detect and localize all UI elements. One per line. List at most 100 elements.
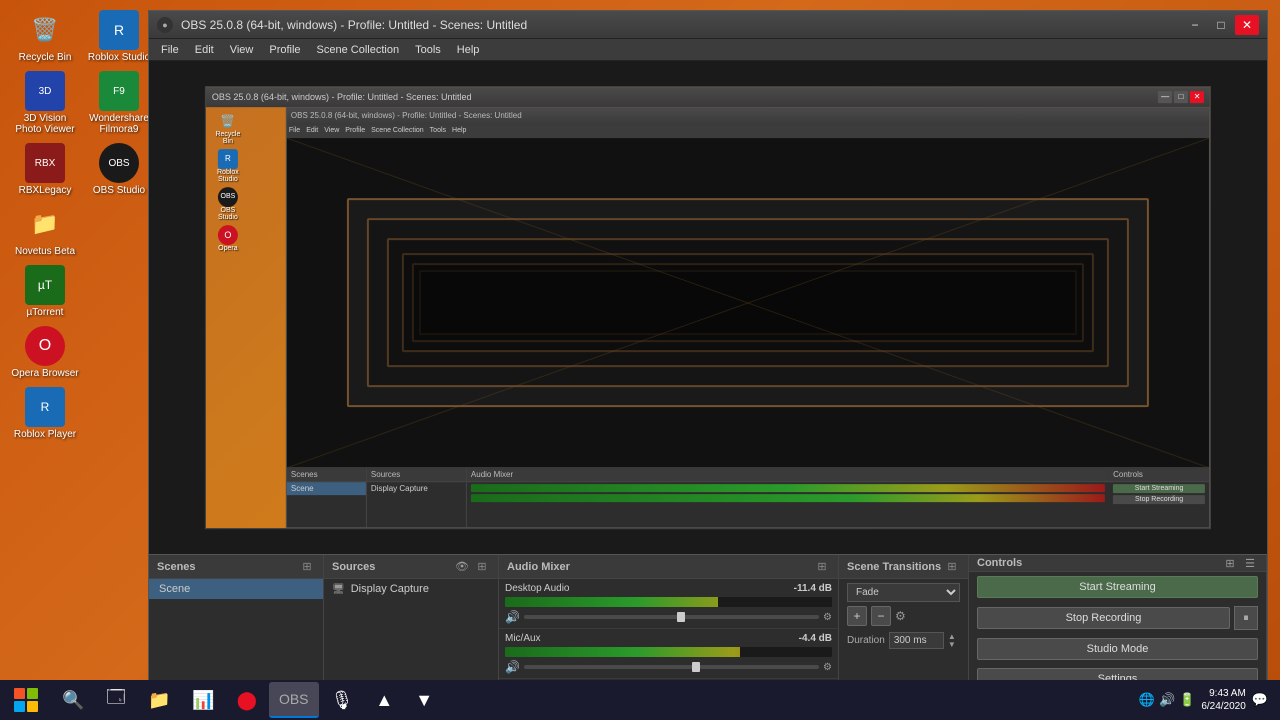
taskbar-arrow-up[interactable]: ▲ [365, 682, 403, 718]
duration-label: Duration [847, 635, 885, 646]
sources-panel-header: Sources 👁 ⊞ [324, 555, 498, 579]
taskbar-mic[interactable]: 🎙 [321, 682, 364, 718]
mic-aux-slider-row: 🔊 ⚙ [505, 660, 832, 674]
controls-grid-icon[interactable]: ⊞ [1222, 555, 1238, 571]
menu-tools[interactable]: Tools [407, 42, 449, 58]
duration-input[interactable] [889, 632, 944, 649]
battery-icon[interactable]: 🔋 [1179, 692, 1195, 708]
transitions-expand-icon[interactable]: ⊞ [944, 559, 960, 575]
utorrent-icon[interactable]: µT µTorrent [10, 265, 80, 318]
stop-recording-row: Stop Recording ⏸ [977, 606, 1258, 630]
scenes-panel-icons: ⊞ [299, 559, 315, 575]
desktop-audio-header: Desktop Audio -11.4 dB [505, 583, 832, 594]
sources-eye-icon[interactable]: 👁 [454, 559, 470, 575]
desktop-audio-thumb[interactable] [677, 612, 685, 622]
recursive-desktop-icons: 🗑️ Recycle Bin R Roblox Studio OBS OBS S… [206, 107, 286, 529]
close-button[interactable]: ✕ [1235, 15, 1259, 35]
rec-min-btn[interactable]: — [1158, 91, 1172, 103]
recording-pause-button[interactable]: ⏸ [1234, 606, 1258, 630]
desktop-audio-gear-btn[interactable]: ⚙ [823, 612, 832, 623]
taskbar-obs[interactable]: OBS [269, 682, 319, 718]
desktop-audio-label: Desktop Audio [505, 583, 570, 594]
rec-scenes-panel: Scenes Scene [287, 468, 367, 527]
transition-add-btn[interactable]: + [847, 606, 867, 626]
taskbar-red-app[interactable]: ⬤ [227, 682, 267, 718]
maximize-button[interactable]: □ [1209, 15, 1233, 35]
taskbar-sys-icons: 🌐 🔊 🔋 [1139, 692, 1196, 708]
desktop-audio-channel: Desktop Audio -11.4 dB 🔊 ⚙ [499, 579, 838, 629]
rec-close-btn[interactable]: ✕ [1190, 91, 1204, 103]
rec-roblox-icon: R Roblox Studio [210, 149, 246, 183]
volume-icon[interactable]: 🔊 [1159, 692, 1175, 708]
menu-view[interactable]: View [222, 42, 262, 58]
menu-scene-collection[interactable]: Scene Collection [309, 42, 408, 58]
duration-arrows: ▲ ▼ [948, 633, 956, 649]
3d-vision-icon[interactable]: 3D 3D Vision Photo Viewer [10, 71, 80, 135]
menu-edit[interactable]: Edit [187, 42, 222, 58]
recycle-bin-icon[interactable]: 🗑️ Recycle Bin [10, 10, 80, 63]
filmora-icon[interactable]: F9 Wondershare Filmora9 [84, 71, 154, 135]
recursive-obs-title: OBS 25.0.8 (64-bit, windows) - Profile: … [287, 108, 1209, 124]
duration-row: Duration ▲ ▼ [839, 630, 968, 651]
audio-mixer-title: Audio Mixer [507, 561, 570, 573]
taskbar-excel[interactable]: 📊 [182, 682, 224, 718]
rec-max-btn[interactable]: □ [1174, 91, 1188, 103]
transition-remove-btn[interactable]: − [871, 606, 891, 626]
obs-titlebar: ● OBS 25.0.8 (64-bit, windows) - Profile… [149, 11, 1267, 39]
mic-aux-slider[interactable] [524, 665, 819, 669]
mic-aux-meter [505, 647, 832, 657]
transition-buttons: + − ⚙ [839, 606, 968, 630]
roblox-studio-icon[interactable]: R Roblox Studio [84, 10, 154, 63]
scene-item-1[interactable]: Scene [149, 579, 323, 599]
taskbar-arrow-down[interactable]: ▼ [405, 682, 443, 718]
desktop-audio-meter-mask [718, 597, 832, 607]
obs-menubar: File Edit View Profile Scene Collection … [149, 39, 1267, 61]
minimize-button[interactable]: − [1183, 15, 1207, 35]
taskbar-time-display: 9:43 AM [1201, 687, 1246, 700]
transitions-title: Scene Transitions [847, 561, 941, 573]
studio-mode-button[interactable]: Studio Mode [977, 638, 1258, 660]
tunnel-effect [287, 138, 1209, 468]
audio-panel-header: Audio Mixer ⊞ [499, 555, 838, 579]
roblox-player-icon[interactable]: R Roblox Player [10, 387, 80, 440]
source-item-display-capture[interactable]: 🖥 Display Capture [324, 579, 498, 599]
rec-controls-panel: Controls Start Streaming Stop Recording [1109, 468, 1209, 527]
duration-down-arrow[interactable]: ▼ [948, 641, 956, 649]
rec-sources-panel: Sources Display Capture [367, 468, 467, 527]
start-streaming-button[interactable]: Start Streaming [977, 576, 1258, 598]
audio-expand-icon[interactable]: ⊞ [814, 559, 830, 575]
menu-profile[interactable]: Profile [261, 42, 308, 58]
desktop-audio-slider[interactable] [524, 615, 819, 619]
scenes-expand-icon[interactable]: ⊞ [299, 559, 315, 575]
mic-aux-channel: Mic/Aux -4.4 dB 🔊 ⚙ [499, 629, 838, 679]
controls-list-icon[interactable]: ☰ [1242, 555, 1258, 571]
opera-icon[interactable]: O Opera Browser [10, 326, 80, 379]
stop-recording-button[interactable]: Stop Recording [977, 607, 1230, 629]
taskbar-right: 🌐 🔊 🔋 9:43 AM 6/24/2020 💬 [1131, 687, 1276, 713]
mic-aux-thumb[interactable] [692, 662, 700, 672]
taskbar-explorer[interactable]: 📁 [138, 682, 180, 718]
mic-aux-vol-btn[interactable]: 🔊 [505, 660, 520, 674]
sources-expand-icon[interactable]: ⊞ [474, 559, 490, 575]
transition-gear-icon[interactable]: ⚙ [895, 609, 906, 623]
obs-studio-icon[interactable]: OBS OBS Studio [84, 143, 154, 196]
rbxlegacy-icon[interactable]: RBX RBXLegacy [10, 143, 80, 196]
scenes-panel-header: Scenes ⊞ [149, 555, 323, 579]
obs-window: ● OBS 25.0.8 (64-bit, windows) - Profile… [148, 10, 1268, 710]
taskbar-search[interactable]: 🔍 [52, 682, 94, 718]
mic-aux-gear-btn[interactable]: ⚙ [823, 662, 832, 673]
desktop-audio-vol-btn[interactable]: 🔊 [505, 610, 520, 624]
notification-icon[interactable]: 💬 [1252, 692, 1268, 708]
start-button[interactable] [4, 682, 48, 718]
recursive-obs-window: OBS 25.0.8 (64-bit, windows) - Profile: … [286, 107, 1210, 529]
menu-file[interactable]: File [153, 42, 187, 58]
taskbar-taskview[interactable]: 🗔 [96, 682, 136, 718]
taskbar-clock[interactable]: 9:43 AM 6/24/2020 [1201, 687, 1246, 713]
menu-help[interactable]: Help [449, 42, 488, 58]
taskbar-date-display: 6/24/2020 [1201, 700, 1246, 713]
recursive-obs-preview [287, 138, 1209, 468]
rec-obs-icon: OBS OBS Studio [210, 187, 246, 221]
transition-type-select[interactable]: Fade Cut Swipe [847, 583, 960, 602]
novetus-icon[interactable]: 📁 Novetus Beta [10, 204, 80, 257]
network-icon[interactable]: 🌐 [1139, 692, 1155, 708]
